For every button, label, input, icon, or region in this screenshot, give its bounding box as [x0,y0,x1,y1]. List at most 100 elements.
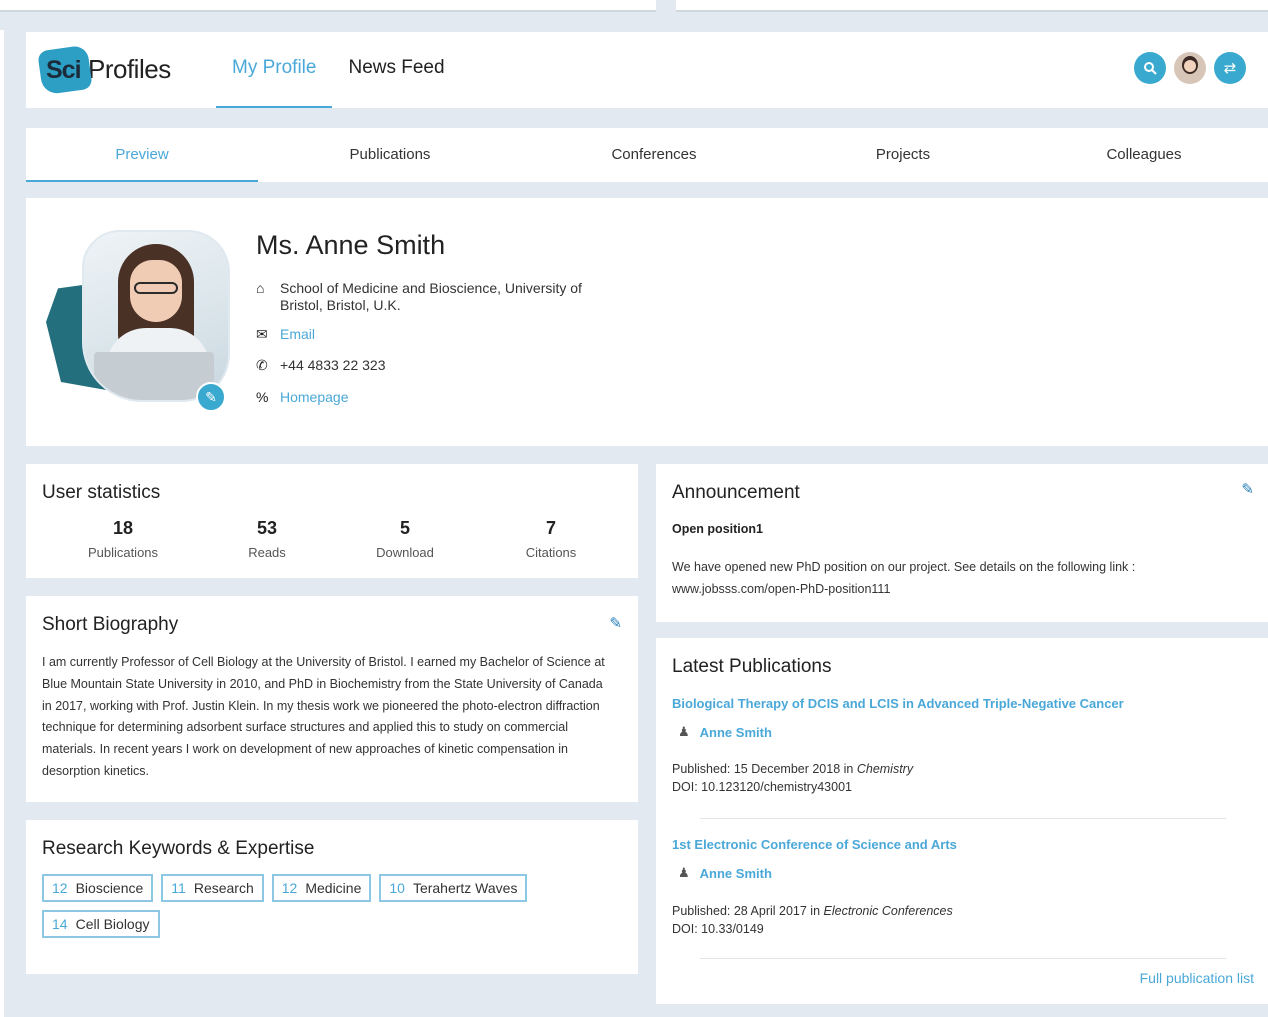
stat-publications: 18 Publications [53,518,193,560]
phone-icon: ✆ [256,357,268,373]
publication-date-line: Published: 15 December 2018 in Chemistry [672,760,913,778]
background-strip [676,0,1268,12]
publication-meta: Published: 15 December 2018 in Chemistry… [672,760,913,796]
edit-biography-pencil-icon[interactable]: ✎ [609,614,622,632]
background-strip [0,0,656,12]
publication-author: ♟ Anne Smith [678,724,772,740]
short-biography-card: Short Biography ✎ I am currently Profess… [26,596,638,802]
user-statistics-card: User statistics 18 Publications 53 Reads… [26,464,638,578]
edit-announcement-pencil-icon[interactable]: ✎ [1241,480,1254,498]
keyword-count: 11 [171,880,186,896]
keyword-count: 12 [281,880,298,896]
author-icon: ♟ [678,724,690,739]
published-text: Published: 28 April 2017 in [672,904,824,918]
nav-my-profile[interactable]: My Profile [216,32,333,108]
user-avatar[interactable] [1174,52,1206,84]
announcement-card: Announcement ✎ Open position1 We have op… [656,464,1268,622]
tab-conferences[interactable]: Conferences [522,128,786,182]
author-icon: ♟ [678,865,690,880]
biography-text: I am currently Professor of Cell Biology… [42,655,605,778]
publication-doi: DOI: 10.123120/chemistry43001 [672,780,852,794]
tab-projects[interactable]: Projects [786,128,1020,182]
announcement-subtitle: Open position1 [672,522,763,536]
envelope-icon: ✉ [256,326,268,342]
keyword-chip[interactable]: 10 Terahertz Waves [379,874,528,902]
publication-title-link[interactable]: 1st Electronic Conference of Science and… [672,837,957,852]
keyword-label: Cell Biology [75,916,150,932]
logo-text: Profiles [88,53,171,84]
homepage-row: % Homepage [256,389,349,405]
research-keywords-card: Research Keywords & Expertise 12 Bioscien… [26,820,638,974]
keyword-list: 12 Bioscience 11 Research 12 Medicine 10 Ter… [42,874,622,938]
announcement-text: We have opened new PhD position on our p… [672,560,1136,596]
keyword-chip[interactable]: 12 Medicine [271,874,372,902]
affiliation-row: ⌂ School of Medicine and Bioscience, Uni… [256,280,620,314]
background-edge [0,30,4,1017]
phone-number: +44 4833 22 323 [280,357,386,373]
publication-author: ♟ Anne Smith [678,865,772,881]
statistics-title: User statistics [42,482,161,503]
nav-news-feed[interactable]: News Feed [332,32,460,108]
published-text: Published: 15 December 2018 in [672,762,857,776]
profile-photo [82,230,230,402]
stat-value: 7 [545,518,556,538]
top-header: Sci Profiles My Profile News Feed ⇄ [26,32,1268,108]
home-icon: ⌂ [256,280,265,296]
keywords-title: Research Keywords & Expertise [42,838,315,859]
logo-badge: Sci [37,44,93,96]
sciprofiles-logo[interactable]: Sci Profiles [37,44,171,96]
keyword-label: Research [193,880,254,896]
keyword-chip[interactable]: 14 Cell Biology [42,910,160,938]
publication-venue: Chemistry [856,762,914,776]
stat-citations: 7 Citations [481,518,621,560]
stat-label: Citations [525,545,577,560]
biography-title: Short Biography [42,614,179,635]
stat-value: 53 [256,518,278,538]
tab-publications[interactable]: Publications [258,128,522,182]
main-nav: My Profile News Feed [216,32,461,108]
announcement-title: Announcement [672,482,800,503]
keyword-label: Bioscience [75,880,144,896]
latest-publications-card: Latest Publications Biological Therapy o… [656,638,1268,1004]
keyword-count: 14 [52,916,68,932]
divider [700,818,1226,819]
link-icon: % [256,389,269,405]
keyword-count: 12 [52,880,68,896]
stat-reads: 53 Reads [197,518,337,560]
header-actions: ⇄ [1134,52,1246,84]
divider [700,958,1226,959]
stat-label: Reads [248,545,286,560]
keyword-chip[interactable]: 11 Research [161,874,264,902]
full-publication-list-link[interactable]: Full publication list [1140,970,1254,986]
author-link[interactable]: Anne Smith [700,866,772,881]
affiliation-text: School of Medicine and Bioscience, Unive… [280,280,582,313]
logo-badge-text: Sci [46,56,82,84]
keyword-count: 10 [389,880,405,896]
publication-title-link[interactable]: Biological Therapy of DCIS and LCIS in A… [672,696,1124,711]
publication-venue: Electronic Conferences [823,904,953,918]
stat-value: 5 [399,518,410,538]
publication-meta: Published: 28 April 2017 in Electronic C… [672,902,953,938]
profile-card: ✎ Ms. Anne Smith ⌂ School of Medicine an… [26,198,1268,446]
switch-icon[interactable]: ⇄ [1214,52,1246,84]
keyword-chip[interactable]: 12 Bioscience [42,874,154,902]
homepage-link[interactable]: Homepage [280,389,349,405]
stat-label: Download [376,545,434,560]
keyword-label: Medicine [305,880,362,896]
profile-tabs: Preview Publications Conferences Project… [26,128,1268,182]
profile-name: Ms. Anne Smith [256,230,446,260]
publication-doi: DOI: 10.33/0149 [672,922,764,936]
latest-publications-title: Latest Publications [672,656,832,677]
tab-preview[interactable]: Preview [26,128,258,182]
phone-row: ✆ +44 4833 22 323 [256,357,386,374]
stat-label: Publications [87,545,159,560]
tab-colleagues[interactable]: Colleagues [1020,128,1268,182]
edit-photo-pencil-icon[interactable]: ✎ [196,382,226,412]
email-row: ✉ Email [256,326,315,343]
email-link[interactable]: Email [280,326,315,342]
publication-date-line: Published: 28 April 2017 in Electronic C… [672,902,953,920]
keyword-label: Terahertz Waves [412,880,518,896]
stat-value: 18 [112,518,134,538]
author-link[interactable]: Anne Smith [700,725,772,740]
search-icon[interactable] [1134,52,1166,84]
